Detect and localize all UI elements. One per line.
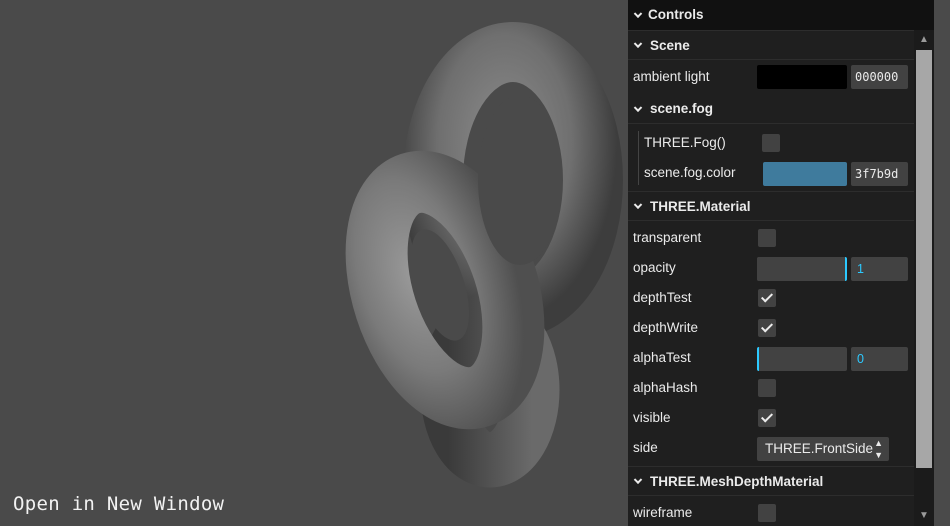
fog-color-row: scene.fog.color 3f7b9d xyxy=(628,158,914,188)
depthwrite-checkbox[interactable] xyxy=(758,319,776,337)
torus-knot-render xyxy=(345,22,623,488)
wireframe-row: wireframe xyxy=(628,498,914,526)
folder-scene-fog-title: scene.fog xyxy=(650,101,714,116)
fog-color-label: scene.fog.color xyxy=(644,165,736,180)
folder-mesh-depth-material[interactable]: THREE.MeshDepthMaterial xyxy=(628,466,914,496)
side-select-value: THREE.FrontSide xyxy=(765,441,874,456)
side-select[interactable]: THREE.FrontSide ▲ ▼ xyxy=(757,437,889,461)
visible-row: visible xyxy=(628,403,914,433)
opacity-slider-handle[interactable] xyxy=(845,257,847,281)
fog-color-swatch[interactable] xyxy=(763,162,847,186)
folder-mesh-depth-material-title: THREE.MeshDepthMaterial xyxy=(650,474,824,489)
controls-panel: Controls Scene ambient light 000000 scen… xyxy=(628,0,934,526)
opacity-label: opacity xyxy=(633,260,676,275)
opacity-number-input[interactable]: 1 xyxy=(851,257,908,281)
chevron-down-icon xyxy=(633,475,643,485)
alphahash-row: alphaHash xyxy=(628,373,914,403)
alphatest-slider[interactable] xyxy=(757,347,847,371)
fog-folder-body: THREE.Fog() scene.fog.color 3f7b9d xyxy=(628,128,914,188)
side-label: side xyxy=(633,440,658,455)
folder-scene-fog[interactable]: scene.fog xyxy=(628,94,914,124)
material-folder-body: transparent opacity 1 depthTest depthWri… xyxy=(628,221,914,463)
alphahash-label: alphaHash xyxy=(633,380,698,395)
depthtest-checkbox[interactable] xyxy=(758,289,776,307)
opacity-slider[interactable] xyxy=(757,257,847,281)
opacity-row: opacity 1 xyxy=(628,253,914,283)
transparent-checkbox[interactable] xyxy=(758,229,776,247)
depthtest-label: depthTest xyxy=(633,290,692,305)
controls-scrollbar[interactable]: ▲ ▼ xyxy=(914,30,934,526)
opacity-slider-fill xyxy=(757,257,845,281)
open-in-new-window-link[interactable]: Open in New Window xyxy=(13,493,224,515)
chevron-down-icon xyxy=(633,39,643,49)
three-fog-row: THREE.Fog() xyxy=(628,128,914,158)
chevron-down-icon xyxy=(633,9,643,19)
scroll-up-icon[interactable]: ▲ xyxy=(914,32,934,48)
chevron-down-icon xyxy=(633,103,643,112)
scroll-down-icon[interactable]: ▼ xyxy=(914,508,934,524)
transparent-row: transparent xyxy=(628,223,914,253)
fog-color-hex-input[interactable]: 3f7b9d xyxy=(851,162,908,186)
ambient-light-color-swatch[interactable] xyxy=(757,65,847,89)
side-row: side THREE.FrontSide ▲ ▼ xyxy=(628,433,914,463)
page-right-margin xyxy=(934,0,950,526)
alphatest-number-input[interactable]: 0 xyxy=(851,347,908,371)
visible-label: visible xyxy=(633,410,671,425)
wireframe-checkbox[interactable] xyxy=(758,504,776,522)
transparent-label: transparent xyxy=(633,230,702,245)
alphatest-row: alphaTest 0 xyxy=(628,343,914,373)
folder-scene-title: Scene xyxy=(650,38,690,53)
folder-scene[interactable]: Scene xyxy=(628,30,914,60)
render-viewport[interactable]: Open in New Window xyxy=(0,0,628,526)
alphatest-slider-handle[interactable] xyxy=(757,347,759,371)
alphahash-checkbox[interactable] xyxy=(758,379,776,397)
wireframe-label: wireframe xyxy=(633,505,693,520)
alphatest-label: alphaTest xyxy=(633,350,691,365)
chevron-down-icon xyxy=(633,200,643,210)
folder-three-material[interactable]: THREE.Material xyxy=(628,191,914,221)
three-fog-label: THREE.Fog() xyxy=(644,135,726,150)
depthwrite-row: depthWrite xyxy=(628,313,914,343)
ambient-light-row: ambient light 000000 xyxy=(628,60,914,94)
depthwrite-label: depthWrite xyxy=(633,320,699,335)
ambient-light-hex-input[interactable]: 000000 xyxy=(851,65,908,89)
visible-checkbox[interactable] xyxy=(758,409,776,427)
select-arrows-icon: ▲ ▼ xyxy=(874,438,883,460)
scrollbar-thumb[interactable] xyxy=(916,50,932,468)
controls-scroll-area: Scene ambient light 000000 scene.fog THR… xyxy=(628,30,914,526)
folder-three-material-title: THREE.Material xyxy=(650,199,751,214)
controls-title-bar[interactable]: Controls xyxy=(628,0,934,30)
depthtest-row: depthTest xyxy=(628,283,914,313)
controls-title: Controls xyxy=(648,7,704,22)
ambient-light-label: ambient light xyxy=(633,69,710,84)
three-fog-checkbox[interactable] xyxy=(762,134,780,152)
